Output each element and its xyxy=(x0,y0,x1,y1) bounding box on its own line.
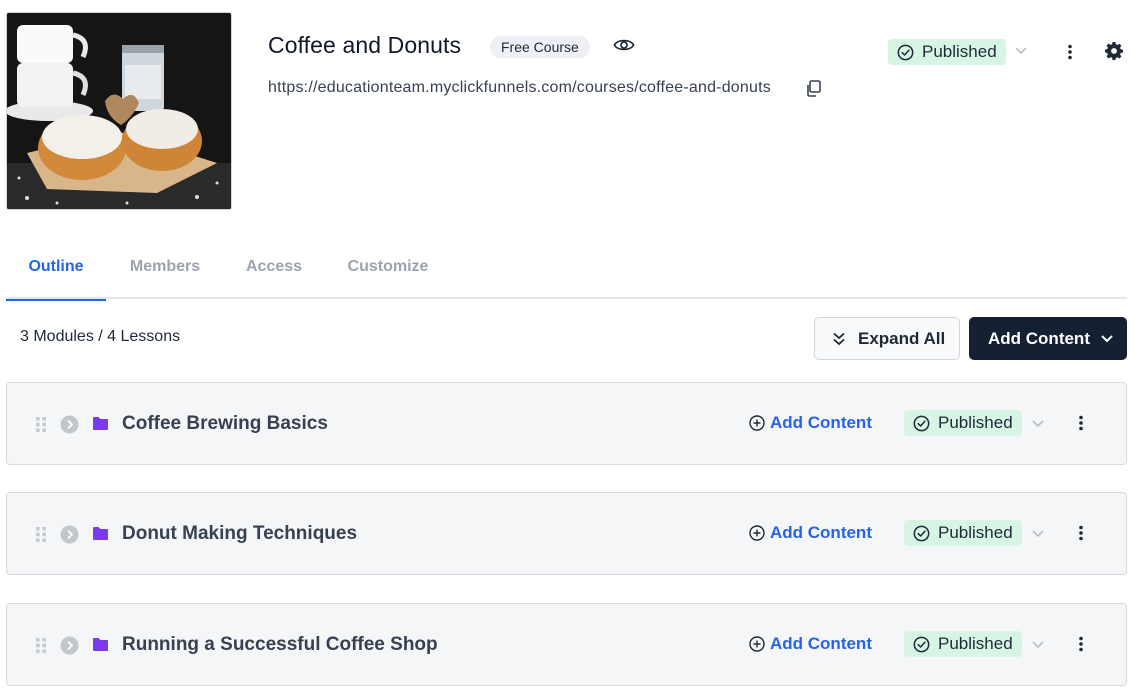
status-label: Published xyxy=(922,42,997,61)
check-circle-icon xyxy=(913,636,930,652)
chevron-right-circle-icon[interactable] xyxy=(60,636,79,655)
expand-all-button[interactable]: Expand All xyxy=(814,317,960,360)
module-add-content-button[interactable]: Add Content xyxy=(749,634,872,654)
tab-access[interactable]: Access xyxy=(234,244,314,299)
gear-icon[interactable] xyxy=(1104,41,1124,61)
double-chevron-down-icon xyxy=(833,332,845,345)
module-add-content-button[interactable]: Add Content xyxy=(749,523,872,543)
module-add-content-label: Add Content xyxy=(770,634,872,653)
tab-customize[interactable]: Customize xyxy=(336,244,440,299)
outline-summary: 3 Modules / 4 Lessons xyxy=(20,328,181,345)
course-status-badge[interactable]: Published xyxy=(888,39,1006,65)
folder-icon xyxy=(93,417,108,430)
kebab-menu-icon[interactable] xyxy=(1067,44,1073,60)
course-tabs: Outline Members Access Customize xyxy=(6,244,1127,301)
module-title[interactable]: Donut Making Techniques xyxy=(122,523,357,545)
check-circle-icon xyxy=(913,525,930,541)
drag-handle-icon[interactable] xyxy=(35,416,47,433)
kebab-menu-icon[interactable] xyxy=(1078,636,1084,652)
module-add-content-button[interactable]: Add Content xyxy=(749,413,872,433)
add-content-label: Add Content xyxy=(988,328,1090,348)
expand-all-label: Expand All xyxy=(858,328,946,348)
chevron-down-icon xyxy=(1101,334,1113,342)
module-status-badge[interactable]: Published xyxy=(904,520,1022,546)
plus-circle-icon xyxy=(749,415,765,431)
module-title[interactable]: Running a Successful Coffee Shop xyxy=(122,634,438,656)
tab-members[interactable]: Members xyxy=(118,244,212,299)
module-status-badge[interactable]: Published xyxy=(904,631,1022,657)
status-label: Published xyxy=(938,634,1013,653)
module-card[interactable]: Donut Making Techniques Add Content Publ… xyxy=(6,492,1127,575)
status-label: Published xyxy=(938,523,1013,542)
plus-circle-icon xyxy=(749,525,765,541)
chevron-down-icon[interactable] xyxy=(1031,640,1045,650)
plus-circle-icon xyxy=(749,636,765,652)
chevron-right-circle-icon[interactable] xyxy=(60,525,79,544)
drag-handle-icon[interactable] xyxy=(35,637,47,654)
folder-icon xyxy=(93,638,108,651)
chevron-down-icon[interactable] xyxy=(1031,419,1045,429)
copy-icon[interactable] xyxy=(805,80,821,97)
chevron-right-circle-icon[interactable] xyxy=(60,415,79,434)
check-circle-icon xyxy=(897,44,914,60)
kebab-menu-icon[interactable] xyxy=(1078,525,1084,541)
module-card[interactable]: Running a Successful Coffee Shop Add Con… xyxy=(6,603,1127,686)
folder-icon xyxy=(93,527,108,540)
add-content-button[interactable]: Add Content xyxy=(969,317,1127,360)
chevron-down-icon[interactable] xyxy=(1031,529,1045,539)
course-type-badge: Free Course xyxy=(490,36,590,58)
module-title[interactable]: Coffee Brewing Basics xyxy=(122,413,328,435)
status-label: Published xyxy=(938,413,1013,432)
eye-icon[interactable] xyxy=(613,36,635,54)
module-add-content-label: Add Content xyxy=(770,523,872,542)
check-circle-icon xyxy=(913,415,930,431)
chevron-down-icon[interactable] xyxy=(1014,46,1028,56)
drag-handle-icon[interactable] xyxy=(35,526,47,543)
course-url[interactable]: https://educationteam.myclickfunnels.com… xyxy=(268,79,771,97)
course-title: Coffee and Donuts xyxy=(268,32,462,58)
module-card[interactable]: Coffee Brewing Basics Add Content Publis… xyxy=(6,382,1127,465)
course-thumbnail xyxy=(6,12,232,210)
module-status-badge[interactable]: Published xyxy=(904,410,1022,436)
tab-outline[interactable]: Outline xyxy=(6,244,106,301)
kebab-menu-icon[interactable] xyxy=(1078,415,1084,431)
module-add-content-label: Add Content xyxy=(770,413,872,432)
